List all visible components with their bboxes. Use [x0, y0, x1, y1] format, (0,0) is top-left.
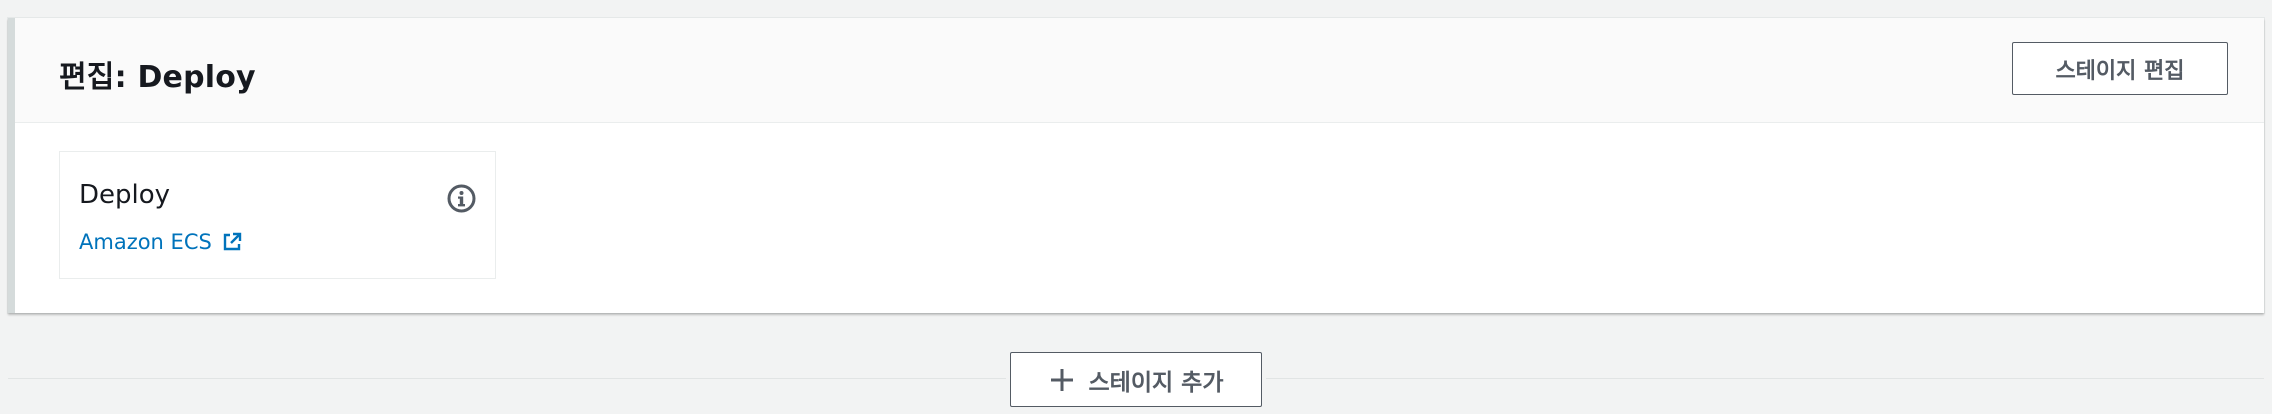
action-name: Deploy — [79, 180, 171, 210]
external-link-icon — [222, 232, 242, 252]
divider-right — [1266, 378, 2264, 379]
action-provider-link[interactable]: Amazon ECS — [79, 230, 242, 254]
add-stage-button[interactable]: 스테이지 추가 — [1010, 352, 1262, 407]
divider-left — [8, 378, 1006, 379]
plus-icon — [1049, 367, 1075, 393]
info-icon[interactable] — [447, 184, 476, 213]
stage-header: 편집: Deploy 스테이지 편집 — [15, 18, 2264, 123]
action-card: Deploy Amazon ECS — [59, 151, 496, 279]
action-provider-label: Amazon ECS — [79, 230, 212, 254]
stage-panel: 편집: Deploy 스테이지 편집 Deploy Amazon ECS — [8, 18, 2264, 313]
edit-stage-button[interactable]: 스테이지 편집 — [2012, 42, 2228, 95]
add-stage-label: 스테이지 추가 — [1088, 369, 1224, 396]
stage-title: 편집: Deploy — [59, 60, 256, 95]
